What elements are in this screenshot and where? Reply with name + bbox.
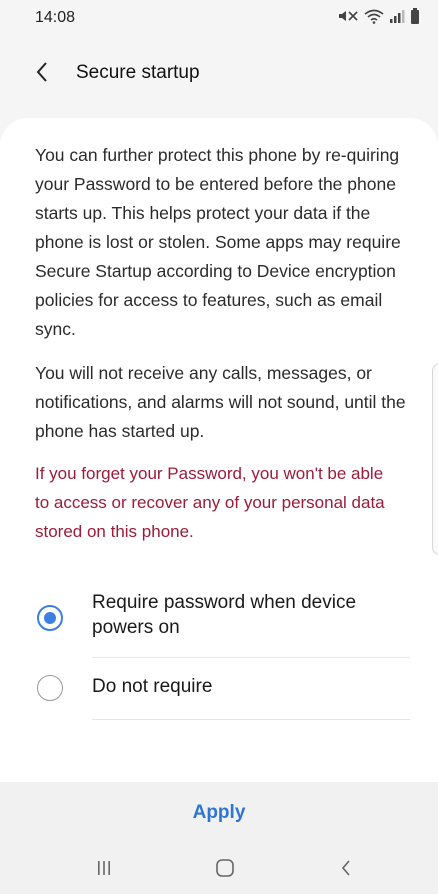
description-text: You can further protect this phone by re… [35, 145, 401, 339]
radio-button-unselected[interactable] [37, 675, 63, 701]
mute-icon [337, 8, 359, 29]
signal-icon [389, 8, 405, 29]
divider [92, 719, 410, 720]
scroll-edge-indicator [432, 363, 438, 555]
navigation-bar [0, 846, 438, 894]
back-icon [340, 859, 352, 882]
option-do-not-require[interactable]: Do not require [0, 658, 438, 720]
back-nav-button[interactable] [330, 856, 362, 884]
recents-button[interactable] [88, 856, 120, 884]
battery-icon [410, 7, 420, 29]
content-card: You can further protect this phone by re… [0, 118, 438, 782]
warning-text: If you forget your Password, you won't b… [35, 464, 385, 541]
page-title: Secure startup [76, 62, 200, 83]
home-button[interactable] [209, 856, 241, 884]
apply-bar: Apply [0, 782, 438, 846]
status-icons [337, 7, 420, 29]
header: Secure startup [0, 52, 438, 96]
notice-text: You will not receive any calls, messages… [35, 363, 406, 441]
recents-icon [96, 860, 112, 881]
wifi-icon [364, 8, 384, 29]
option-require-password[interactable]: Require password when device powers on [0, 586, 438, 658]
option-label: Require password when device powers on [92, 592, 357, 638]
home-icon [215, 858, 235, 882]
status-bar: 14:08 [0, 0, 438, 36]
radio-button-selected[interactable] [37, 605, 63, 631]
chevron-left-icon [35, 61, 49, 88]
status-time: 14:08 [35, 9, 76, 26]
back-button[interactable] [28, 60, 56, 88]
option-label: Do not require [92, 676, 213, 697]
apply-button[interactable]: Apply [169, 794, 269, 832]
